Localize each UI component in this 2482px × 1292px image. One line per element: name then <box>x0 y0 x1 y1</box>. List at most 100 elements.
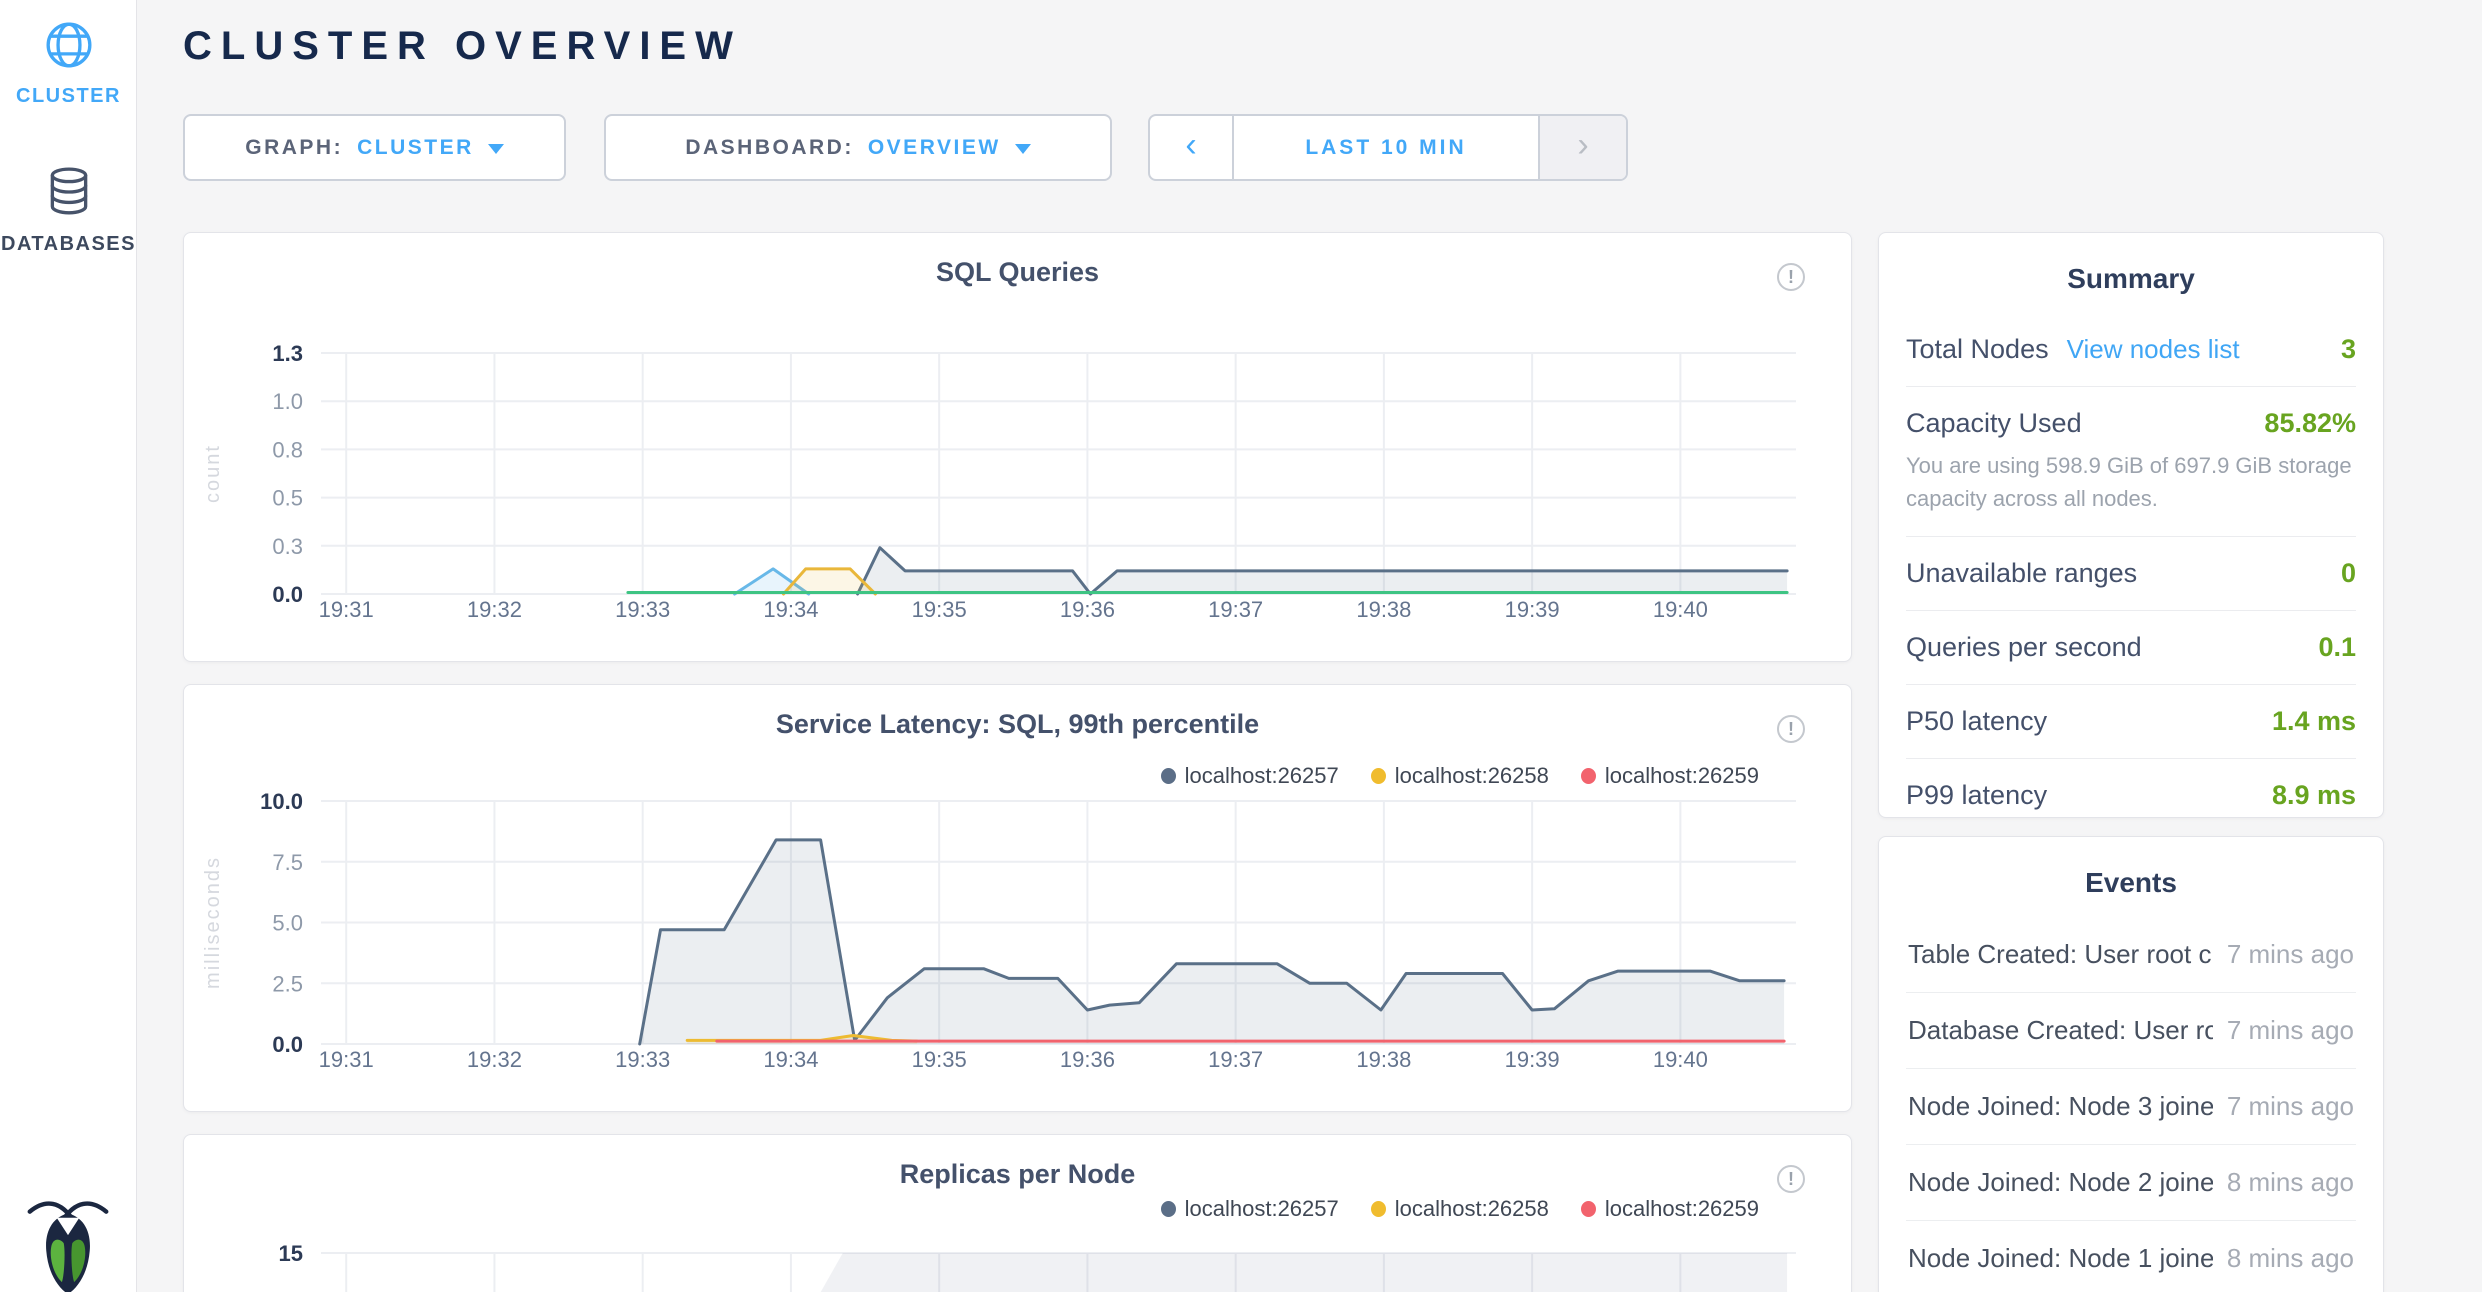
event-list-item[interactable]: Node Joined: Node 3 joined... 7 mins ago <box>1906 1069 2356 1145</box>
svg-text:19:40: 19:40 <box>1653 1047 1708 1072</box>
svg-text:milliseconds: milliseconds <box>202 856 224 989</box>
summary-title: Summary <box>1879 233 2383 313</box>
events-panel: Events Table Created: User root cre... 7… <box>1878 836 2384 1292</box>
summary-row: Unavailable ranges 0 <box>1906 537 2356 611</box>
svg-text:19:35: 19:35 <box>912 597 967 622</box>
sidebar-item-label: CLUSTER <box>0 85 137 108</box>
summary-row: P99 latency 8.9 ms <box>1906 759 2356 832</box>
sidebar-item-databases[interactable]: DATABASES <box>0 166 137 256</box>
svg-text:15: 15 <box>279 1241 303 1266</box>
events-title: Events <box>1879 837 2383 917</box>
summary-row-label: Queries per second <box>1906 632 2142 663</box>
event-text: Node Joined: Node 1 joined... <box>1908 1243 2213 1274</box>
graph-dropdown-value: CLUSTER <box>357 136 474 160</box>
svg-text:19:32: 19:32 <box>467 597 522 622</box>
svg-text:19:33: 19:33 <box>615 597 670 622</box>
svg-text:19:39: 19:39 <box>1505 597 1560 622</box>
time-range-next-button[interactable]: › <box>1538 116 1626 179</box>
globe-icon <box>44 20 94 70</box>
summary-row: Total Nodes View nodes list 3 <box>1906 313 2356 387</box>
replicas-per-node-plot[interactable]: 1015 <box>184 1135 1851 1292</box>
event-list-item[interactable]: Table Created: User root cre... 7 mins a… <box>1906 917 2356 993</box>
svg-text:19:31: 19:31 <box>319 1047 374 1072</box>
chevron-left-icon: ‹ <box>1185 126 1196 165</box>
svg-text:19:36: 19:36 <box>1060 1047 1115 1072</box>
svg-text:0.5: 0.5 <box>272 486 303 511</box>
event-list-item[interactable]: Node Joined: Node 2 joined... 8 mins ago <box>1906 1145 2356 1221</box>
time-range-prev-button[interactable]: ‹ <box>1150 116 1234 179</box>
summary-row-value: 3 <box>2341 334 2356 365</box>
graph-dropdown[interactable]: GRAPH: CLUSTER <box>183 114 566 181</box>
service-latency-plot[interactable]: 19:31 19:32 19:33 19:34 19:35 19:36 19:37 19:38… <box>184 685 1851 1111</box>
svg-text:0.8: 0.8 <box>272 437 303 462</box>
event-text: Node Joined: Node 2 joined... <box>1908 1167 2213 1198</box>
summary-row: Capacity Used 85.82% You are using 598.9… <box>1906 387 2356 537</box>
svg-text:19:38: 19:38 <box>1356 597 1411 622</box>
summary-row-value: 85.82% <box>2264 408 2356 439</box>
replicas-per-node-chart-card: Replicas per Node ! localhost:26257local… <box>183 1134 1852 1292</box>
time-range-button[interactable]: LAST 10 MIN <box>1234 116 1538 179</box>
time-range-selector: ‹ LAST 10 MIN › <box>1148 114 1628 181</box>
page-title: CLUSTER OVERVIEW <box>183 24 742 69</box>
chevron-right-icon: › <box>1577 126 1588 165</box>
event-time: 7 mins ago <box>2227 939 2354 970</box>
svg-text:19:34: 19:34 <box>763 597 818 622</box>
sidebar-item-cluster[interactable]: CLUSTER <box>0 20 137 108</box>
databases-icon <box>44 166 94 218</box>
svg-text:19:33: 19:33 <box>615 1047 670 1072</box>
svg-text:19:36: 19:36 <box>1060 597 1115 622</box>
summary-row-value: 8.9 ms <box>2272 780 2356 811</box>
summary-row-value: 1.4 ms <box>2272 706 2356 737</box>
svg-text:2.5: 2.5 <box>272 971 303 996</box>
dashboard-dropdown-value: OVERVIEW <box>868 136 1001 160</box>
dashboard-dropdown-label: DASHBOARD: <box>685 136 854 160</box>
svg-text:count: count <box>202 444 224 503</box>
event-list-item[interactable]: Database Created: User roo... 7 mins ago <box>1906 993 2356 1069</box>
event-time: 7 mins ago <box>2227 1015 2354 1046</box>
event-text: Database Created: User roo... <box>1908 1015 2213 1046</box>
svg-text:10.0: 10.0 <box>260 789 303 814</box>
svg-text:1.0: 1.0 <box>272 389 303 414</box>
svg-text:0.3: 0.3 <box>272 534 303 559</box>
service-latency-chart-card: Service Latency: SQL, 99th percentile ! … <box>183 684 1852 1112</box>
svg-text:19:40: 19:40 <box>1653 597 1708 622</box>
summary-row-value: 0.1 <box>2318 632 2356 663</box>
summary-row: Queries per second 0.1 <box>1906 611 2356 685</box>
svg-text:19:37: 19:37 <box>1208 1047 1263 1072</box>
svg-text:19:31: 19:31 <box>319 597 374 622</box>
summary-row-value: 0 <box>2341 558 2356 589</box>
graph-dropdown-label: GRAPH: <box>245 136 343 160</box>
svg-text:0.0: 0.0 <box>272 1032 303 1057</box>
summary-row-label: Unavailable ranges <box>1906 558 2137 589</box>
event-text: Node Joined: Node 3 joined... <box>1908 1091 2213 1122</box>
chevron-down-icon <box>1015 144 1031 154</box>
summary-row-label: Capacity Used <box>1906 408 2082 439</box>
sql-queries-chart-card: SQL Queries ! 19:3119:3219:3319:3419:351… <box>183 232 1852 662</box>
view-nodes-list-link[interactable]: View nodes list <box>2067 334 2240 365</box>
svg-text:19:38: 19:38 <box>1356 1047 1411 1072</box>
svg-text:0.0: 0.0 <box>272 582 303 607</box>
svg-text:19:35: 19:35 <box>912 1047 967 1072</box>
capacity-used-description: You are using 598.9 GiB of 697.9 GiB sto… <box>1906 449 2356 515</box>
event-list-item[interactable]: Node Joined: Node 1 joined... 8 mins ago <box>1906 1221 2356 1292</box>
time-range-label: LAST 10 MIN <box>1305 136 1466 160</box>
event-text: Table Created: User root cre... <box>1908 939 2213 970</box>
svg-text:19:34: 19:34 <box>763 1047 818 1072</box>
summary-panel: Summary Total Nodes View nodes list 3 Ca… <box>1878 232 2384 818</box>
svg-text:19:39: 19:39 <box>1505 1047 1560 1072</box>
svg-text:5.0: 5.0 <box>272 911 303 936</box>
summary-row-label: Total Nodes <box>1906 334 2049 365</box>
svg-text:1.3: 1.3 <box>272 341 303 366</box>
svg-text:19:37: 19:37 <box>1208 597 1263 622</box>
sidebar: CLUSTER DATABASES <box>0 0 137 1292</box>
svg-text:7.5: 7.5 <box>272 850 303 875</box>
summary-row: P50 latency 1.4 ms <box>1906 685 2356 759</box>
svg-text:19:32: 19:32 <box>467 1047 522 1072</box>
event-time: 8 mins ago <box>2227 1167 2354 1198</box>
event-time: 7 mins ago <box>2227 1091 2354 1122</box>
sql-queries-plot[interactable]: 19:31 19:32 19:33 19:34 19:35 19:36 19:37 19:38… <box>184 233 1851 661</box>
summary-row-label: P99 latency <box>1906 780 2047 811</box>
sidebar-item-label: DATABASES <box>0 233 137 256</box>
cockroach-logo-icon[interactable] <box>24 1196 112 1292</box>
dashboard-dropdown[interactable]: DASHBOARD: OVERVIEW <box>604 114 1112 181</box>
